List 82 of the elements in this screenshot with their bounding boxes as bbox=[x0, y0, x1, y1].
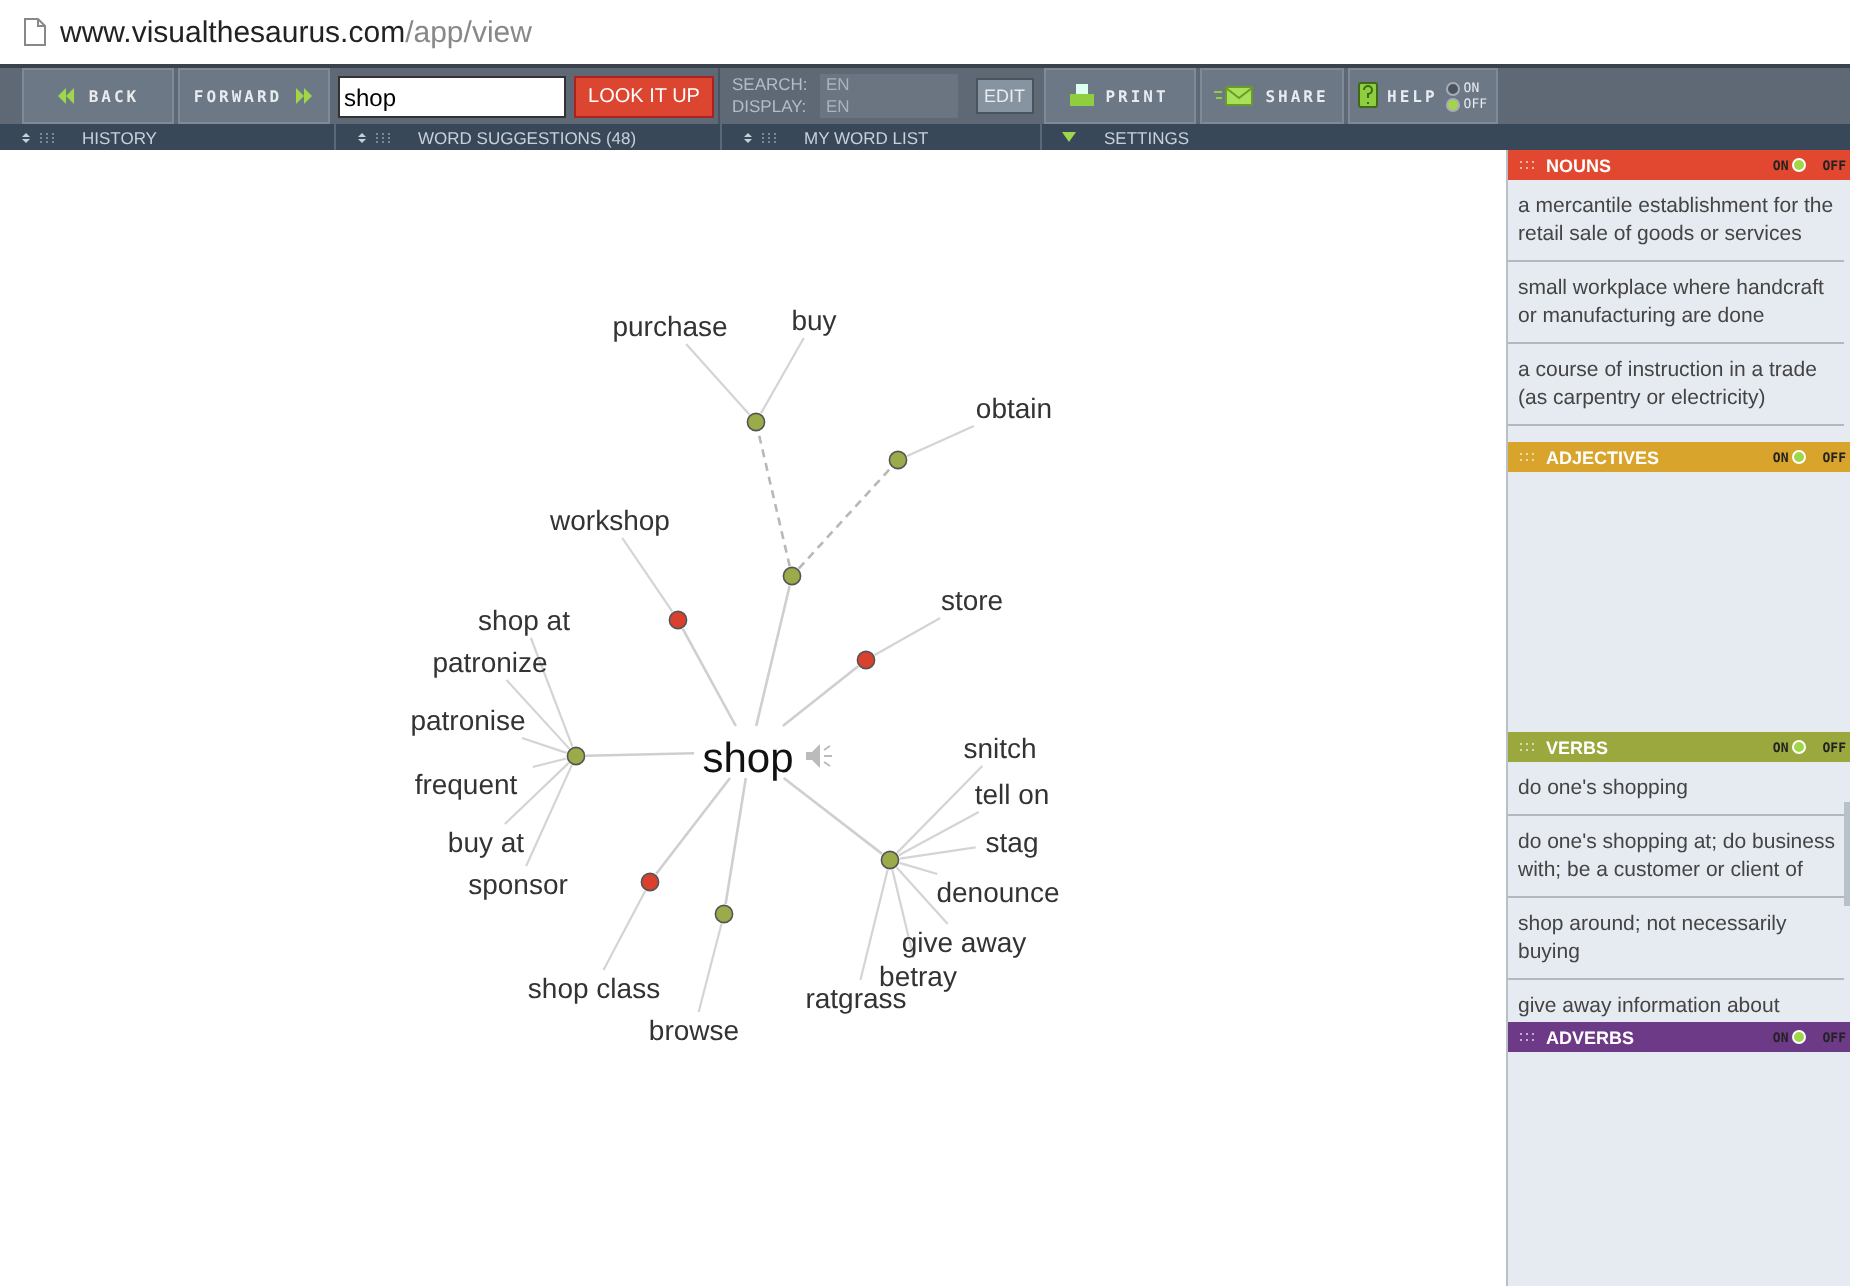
help-mode-radio[interactable] bbox=[1445, 81, 1460, 95]
word-label[interactable]: patronise bbox=[410, 704, 526, 736]
section-title: ADVERBS bbox=[1546, 1027, 1637, 1047]
section-title: VERBS bbox=[1546, 737, 1611, 757]
node-dot[interactable] bbox=[668, 610, 688, 630]
toggle-dot[interactable] bbox=[1792, 1030, 1807, 1044]
leader-line bbox=[760, 337, 805, 414]
word-label[interactable]: shop at bbox=[478, 604, 570, 636]
section-title: NOUNS bbox=[1546, 155, 1614, 175]
display-language-label: DISPLAY: bbox=[732, 96, 809, 118]
node-dot[interactable] bbox=[782, 566, 802, 586]
leader-line bbox=[602, 890, 647, 971]
node-dot[interactable] bbox=[640, 872, 660, 892]
word-label[interactable]: stag bbox=[985, 826, 1039, 858]
connector-line bbox=[681, 628, 737, 727]
word-label[interactable]: patronize bbox=[432, 646, 548, 678]
word-label[interactable]: sponsor bbox=[468, 868, 568, 900]
word-label[interactable]: denounce bbox=[936, 876, 1060, 908]
envelope-icon bbox=[1213, 86, 1254, 106]
back-arrows-icon bbox=[56, 88, 77, 104]
print-button[interactable]: PRINT bbox=[1043, 68, 1196, 124]
node-dot[interactable] bbox=[566, 746, 586, 766]
dropdown-arrow-icon[interactable] bbox=[1062, 132, 1076, 142]
resize-handle-icon[interactable] bbox=[358, 131, 390, 143]
grip-icon bbox=[1520, 742, 1534, 752]
node-dot[interactable] bbox=[856, 650, 876, 670]
leader-line bbox=[697, 923, 723, 1013]
word-label[interactable]: store bbox=[940, 584, 1004, 616]
help-button[interactable]: HELP bbox=[1357, 82, 1438, 110]
word-label[interactable]: obtain bbox=[975, 392, 1053, 424]
resize-handle-icon[interactable] bbox=[22, 131, 54, 143]
word-label[interactable]: shop class bbox=[527, 972, 661, 1004]
definition-item[interactable]: a mercantile establishment for the retail sale of goods or services bbox=[1508, 180, 1844, 262]
word-label[interactable]: tell on bbox=[974, 778, 1050, 810]
leader-line bbox=[621, 537, 674, 613]
panel-tab[interactable]: MY WORD LIST bbox=[792, 127, 929, 147]
word-label[interactable]: purchase bbox=[612, 310, 728, 342]
share-button[interactable]: SHARE bbox=[1199, 68, 1344, 124]
grip-icon bbox=[1520, 1032, 1534, 1042]
word-label[interactable]: betray bbox=[879, 960, 957, 992]
help-mode-radio[interactable] bbox=[1445, 97, 1460, 111]
toggle-dot[interactable] bbox=[1792, 158, 1807, 172]
page-icon bbox=[24, 18, 46, 46]
word-label[interactable]: give away bbox=[901, 926, 1027, 958]
url-text[interactable]: www.visualthesaurus.com/app/view bbox=[60, 15, 532, 49]
node-dot[interactable] bbox=[746, 412, 766, 432]
look-it-up-button[interactable]: LOOK IT UP bbox=[574, 76, 714, 118]
toggle-dot[interactable] bbox=[1792, 740, 1807, 754]
node-dot[interactable] bbox=[880, 850, 900, 870]
panel-tab[interactable]: HISTORY bbox=[70, 127, 157, 147]
forward-arrows-icon bbox=[294, 88, 315, 104]
definition-item[interactable]: do one's shopping bbox=[1508, 762, 1844, 816]
headword[interactable]: shop bbox=[702, 736, 794, 782]
scrollbar-thumb[interactable] bbox=[1844, 802, 1850, 906]
search-language-label: SEARCH: bbox=[732, 74, 810, 96]
panel-tab[interactable]: SETTINGS bbox=[1092, 127, 1190, 147]
leader-line bbox=[685, 343, 751, 416]
word-label[interactable]: browse bbox=[648, 1014, 740, 1046]
word-label[interactable]: buy bbox=[791, 304, 837, 336]
node-dot[interactable] bbox=[888, 450, 908, 470]
grip-icon bbox=[1520, 160, 1534, 170]
definition-item[interactable]: shop around; not necessarily buying bbox=[1508, 898, 1844, 980]
toggle-dot[interactable] bbox=[1792, 450, 1807, 464]
word-label[interactable]: workshop bbox=[550, 504, 670, 536]
help-icon bbox=[1357, 82, 1378, 110]
forward-button[interactable]: FORWARD bbox=[178, 68, 330, 124]
connector-line bbox=[585, 752, 695, 758]
back-button[interactable]: BACK bbox=[22, 68, 174, 124]
word-label[interactable]: snitch bbox=[963, 732, 1037, 764]
printer-icon bbox=[1069, 84, 1094, 108]
word-label[interactable]: frequent bbox=[414, 768, 518, 800]
word-label[interactable]: buy at bbox=[447, 826, 525, 858]
search-field[interactable]: shop bbox=[338, 76, 566, 118]
definition-item[interactable]: small workplace where handcraft or manufacturing are done bbox=[1508, 262, 1844, 344]
leader-line bbox=[906, 425, 975, 457]
definition-item[interactable]: a course of instruction in a trade (as carpentry or electricity) bbox=[1508, 344, 1844, 426]
section-title: ADJECTIVES bbox=[1546, 447, 1662, 467]
panel-tab[interactable]: WORD SUGGESTIONS (48) bbox=[406, 127, 637, 147]
resize-handle-icon[interactable] bbox=[744, 131, 776, 143]
grip-icon bbox=[1520, 452, 1534, 462]
node-dot[interactable] bbox=[714, 904, 734, 924]
leader-line bbox=[874, 617, 941, 657]
